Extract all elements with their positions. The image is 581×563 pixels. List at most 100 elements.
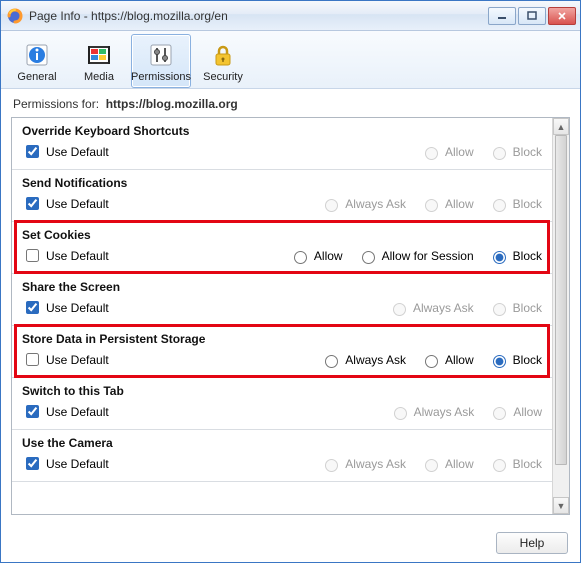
permissions-list: Override Keyboard Shortcuts Use Default Al… — [12, 118, 552, 514]
permission-controls: Use Default Allow Block — [22, 142, 542, 161]
radio-input[interactable] — [425, 355, 438, 368]
radio-input — [493, 459, 506, 472]
radio-group: Always Ask Allow — [389, 404, 542, 420]
permission-row: Share the Screen Use Default Always AskBlo… — [12, 274, 552, 326]
radio-option-block: Block — [488, 144, 542, 160]
radio-option-block: Block — [488, 456, 542, 472]
radio-input[interactable] — [362, 251, 375, 264]
radio-group: Allow Allow for Session Block — [289, 248, 542, 264]
radio-group: Always AskBlock — [388, 300, 542, 316]
scrollbar-up-button[interactable]: ▲ — [553, 118, 569, 135]
firefox-icon — [7, 8, 23, 24]
use-default-checkbox[interactable]: Use Default — [22, 350, 109, 369]
radio-input — [325, 199, 338, 212]
radio-input — [493, 199, 506, 212]
radio-input — [394, 407, 407, 420]
maximize-button[interactable] — [518, 7, 546, 25]
permission-row: Send NotificationsUse DefaultAlways AskA… — [12, 170, 552, 222]
help-button[interactable]: Help — [496, 532, 568, 554]
radio-input[interactable] — [493, 355, 506, 368]
radio-option-allow: Allow — [488, 404, 542, 420]
permission-title: Store Data in Persistent Storage — [22, 332, 542, 346]
radio-option-allow[interactable]: Allow — [420, 352, 474, 368]
radio-option-allow: Allow — [420, 196, 474, 212]
permission-row: Set Cookies Use Default Allow Allow for Ses… — [12, 222, 552, 274]
radio-label: Allow — [314, 249, 343, 263]
tab-general[interactable]: General — [7, 34, 67, 88]
radio-option-block[interactable]: Block — [488, 248, 542, 264]
radio-label: Always Ask — [345, 197, 406, 211]
radio-label: Always Ask — [345, 457, 406, 471]
permissions-container: Override Keyboard Shortcuts Use Default Al… — [11, 117, 570, 515]
use-default-input[interactable] — [26, 405, 39, 418]
use-default-checkbox[interactable]: Use Default — [22, 298, 109, 317]
minimize-button[interactable] — [488, 7, 516, 25]
tab-permissions[interactable]: Permissions — [131, 34, 191, 88]
radio-option-alwaysAsk: Always Ask — [389, 404, 475, 420]
use-default-label: Use Default — [46, 145, 109, 159]
radio-option-alwaysAsk: Always Ask — [388, 300, 474, 316]
tab-media[interactable]: Media — [69, 34, 129, 88]
radio-option-allow[interactable]: Allow — [289, 248, 343, 264]
radio-label: Allow — [445, 145, 474, 159]
radio-input — [493, 147, 506, 160]
use-default-label: Use Default — [46, 301, 109, 315]
radio-option-allow: Allow — [420, 144, 474, 160]
radio-label: Block — [513, 197, 542, 211]
radio-input — [425, 459, 438, 472]
tab-security[interactable]: Security — [193, 34, 253, 88]
info-icon — [23, 41, 51, 69]
use-default-input[interactable] — [26, 145, 39, 158]
use-default-checkbox[interactable]: Use Default — [22, 194, 109, 213]
scrollbar[interactable]: ▲ ▼ — [552, 118, 569, 514]
radio-option-alwaysAsk[interactable]: Always Ask — [320, 352, 406, 368]
use-default-label: Use Default — [46, 353, 109, 367]
sliders-icon — [147, 41, 175, 69]
permission-title: Set Cookies — [22, 228, 542, 242]
radio-group: Always Ask Allow Block — [320, 352, 542, 368]
radio-input — [393, 303, 406, 316]
radio-input[interactable] — [493, 251, 506, 264]
scrollbar-down-button[interactable]: ▼ — [553, 497, 569, 514]
use-default-checkbox[interactable]: Use Default — [22, 142, 109, 161]
radio-label: Block — [513, 457, 542, 471]
radio-label: Allow — [445, 457, 474, 471]
permission-controls: Use Default Always Ask Allow — [22, 402, 542, 421]
use-default-checkbox[interactable]: Use Default — [22, 402, 109, 421]
use-default-checkbox[interactable]: Use Default — [22, 454, 109, 473]
radio-input[interactable] — [325, 355, 338, 368]
radio-option-block: Block — [488, 196, 542, 212]
permission-title: Share the Screen — [22, 280, 542, 294]
use-default-label: Use Default — [46, 249, 109, 263]
radio-label: Allow — [445, 353, 474, 367]
scrollbar-thumb[interactable] — [555, 135, 567, 465]
use-default-input[interactable] — [26, 197, 39, 210]
radio-option-allowForSession[interactable]: Allow for Session — [357, 248, 474, 264]
toolbar: GeneralMediaPermissionsSecurity — [1, 31, 580, 89]
permission-controls: Use Default Always Ask Allow Block — [22, 350, 542, 369]
use-default-input[interactable] — [26, 353, 39, 366]
close-button[interactable] — [548, 7, 576, 25]
radio-input — [425, 147, 438, 160]
use-default-input[interactable] — [26, 301, 39, 314]
permission-row: Switch to this TabUse DefaultAlways AskA… — [12, 378, 552, 430]
permission-controls: Use Default Allow Allow for Session Block — [22, 246, 542, 265]
titlebar: Page Info - https://blog.mozilla.org/en — [1, 1, 580, 31]
radio-group: Always Ask Allow Block — [320, 196, 542, 212]
use-default-input[interactable] — [26, 249, 39, 262]
radio-input — [425, 199, 438, 212]
radio-label: Block — [513, 353, 542, 367]
radio-option-block[interactable]: Block — [488, 352, 542, 368]
permission-row: Store Data in Persistent Storage Use Defa… — [12, 326, 552, 378]
footer: Help — [1, 523, 580, 563]
use-default-checkbox[interactable]: Use Default — [22, 246, 109, 265]
radio-label: Block — [513, 249, 542, 263]
radio-input[interactable] — [294, 251, 307, 264]
radio-label: Block — [513, 145, 542, 159]
permission-title: Override Keyboard Shortcuts — [22, 124, 542, 138]
radio-input — [493, 407, 506, 420]
use-default-input[interactable] — [26, 457, 39, 470]
permissions-for-prefix: Permissions for: — [13, 97, 99, 111]
radio-label: Always Ask — [414, 405, 475, 419]
radio-label: Always Ask — [413, 301, 474, 315]
